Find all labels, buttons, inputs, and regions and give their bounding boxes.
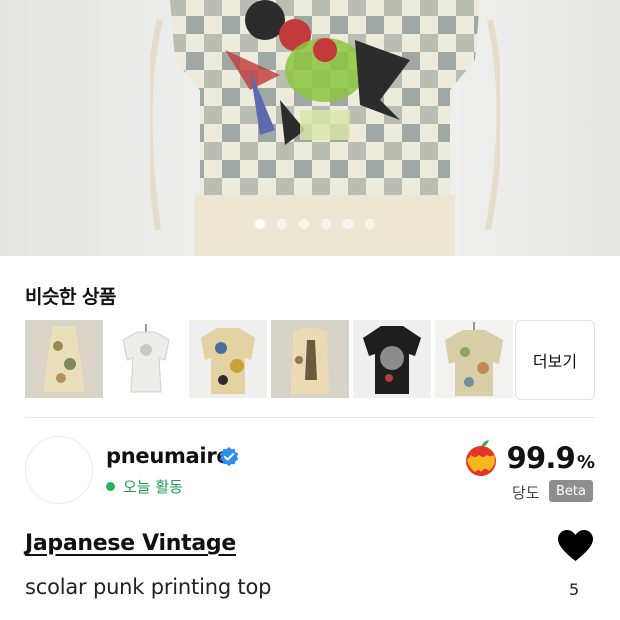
similar-products-title: 비슷한 상품	[25, 286, 117, 308]
fruit-icon	[465, 440, 496, 476]
black-graphic-tee-thumbnail	[353, 320, 431, 398]
seller-score[interactable]: 99.9 %	[461, 438, 595, 478]
more-button-label: 더보기	[532, 352, 578, 371]
product-title: scolar punk printing top	[25, 575, 272, 599]
heart-icon[interactable]	[558, 530, 593, 562]
score-label: 당도	[512, 484, 540, 502]
score-value: 99.9	[506, 441, 576, 475]
similar-product-item[interactable]	[25, 320, 103, 398]
vest-thumbnail	[271, 320, 349, 398]
dress-thumbnail	[25, 320, 103, 398]
similar-product-item[interactable]	[353, 320, 431, 398]
carousel-dot[interactable]	[321, 219, 331, 229]
carousel-dot[interactable]	[299, 219, 309, 229]
seller-name[interactable]: pneumaire	[106, 444, 231, 468]
carousel-indicator	[0, 219, 620, 229]
verified-badge-icon	[219, 447, 239, 467]
floral-top-thumbnail	[435, 320, 513, 398]
similar-product-item[interactable]	[435, 320, 513, 398]
more-button[interactable]: 더보기	[515, 320, 595, 400]
similar-products-list	[25, 320, 513, 398]
online-dot-icon	[106, 482, 115, 491]
like-count: 5	[569, 580, 580, 599]
carousel-dot[interactable]	[365, 219, 375, 229]
brand-link[interactable]: Japanese Vintage	[25, 531, 236, 556]
carousel-dot[interactable]	[255, 219, 265, 229]
beta-badge: Beta	[549, 480, 593, 502]
activity-label: 오늘 활동	[123, 478, 183, 496]
seller-activity-status: 오늘 활동	[106, 476, 183, 497]
carousel-dot[interactable]	[277, 219, 287, 229]
truncated-line	[25, 610, 305, 620]
seller-avatar[interactable]	[25, 436, 93, 504]
printed-shirt-thumbnail	[189, 320, 267, 398]
carousel-dot[interactable]	[343, 219, 353, 229]
white-top-thumbnail	[107, 320, 185, 398]
similar-product-item[interactable]	[271, 320, 349, 398]
similar-product-item[interactable]	[189, 320, 267, 398]
similar-product-item[interactable]	[107, 320, 185, 398]
product-image[interactable]	[0, 0, 620, 256]
product-photo	[150, 0, 500, 256]
section-divider	[25, 417, 595, 418]
score-unit: %	[576, 451, 595, 473]
